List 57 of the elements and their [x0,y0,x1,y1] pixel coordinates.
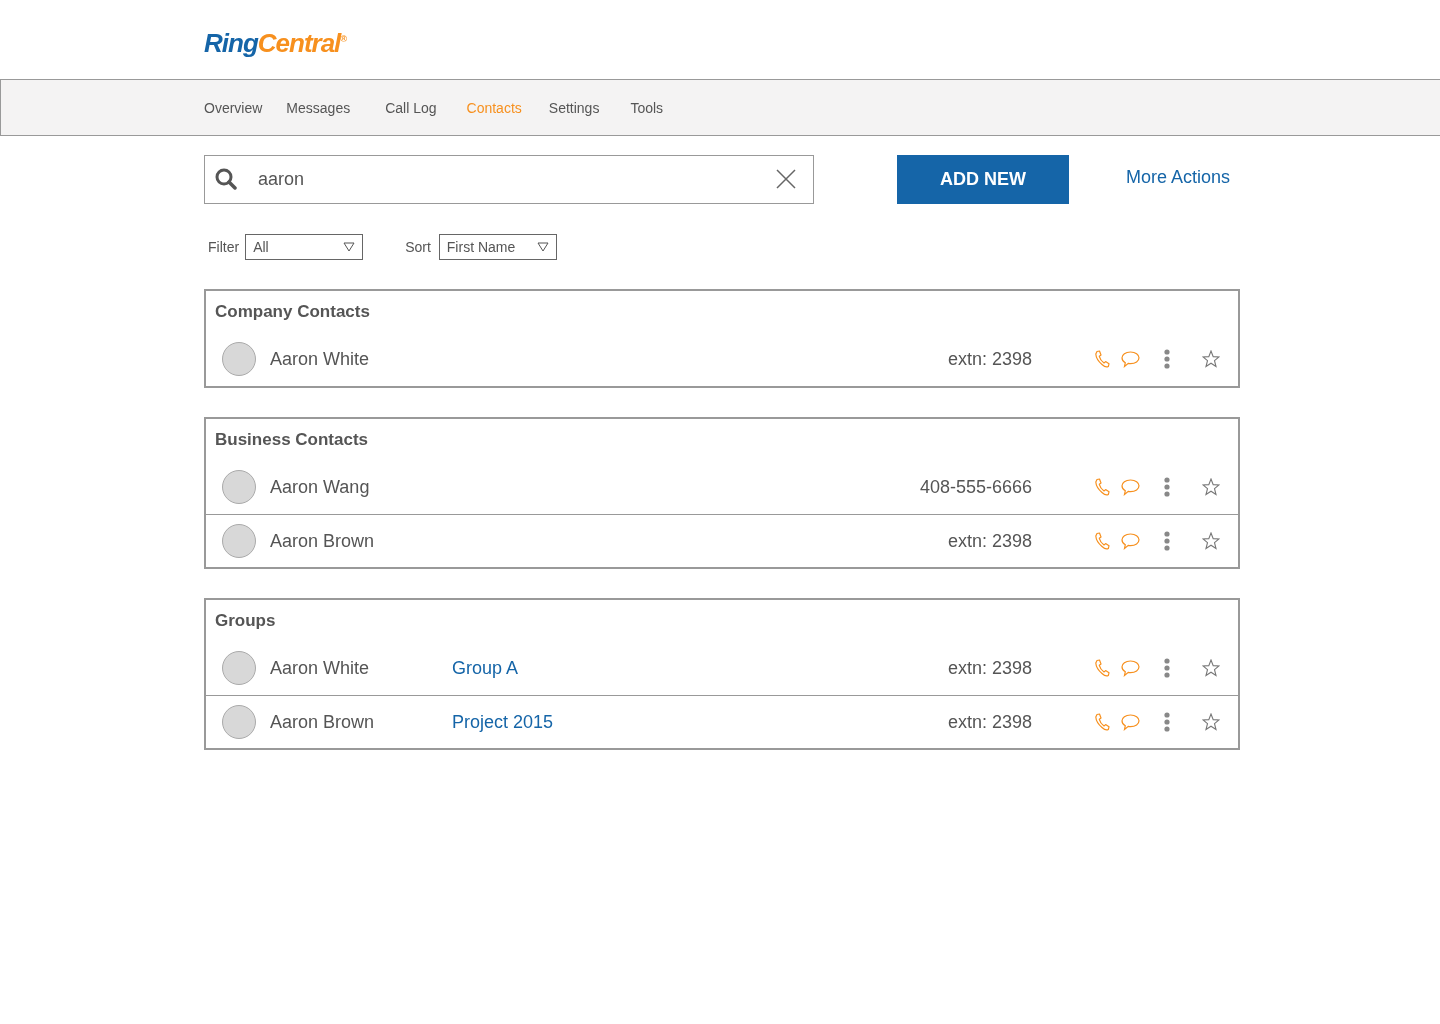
star-icon[interactable] [1202,350,1220,368]
search-icon [215,168,237,190]
more-options-icon[interactable] [1164,349,1170,369]
contact-name[interactable]: Aaron Brown [270,530,452,552]
chat-icon[interactable] [1121,713,1140,731]
contact-name[interactable]: Aaron Wang [270,476,452,498]
sort-label: Sort [405,239,431,255]
more-options-icon[interactable] [1164,531,1170,551]
avatar [222,651,256,685]
chat-icon[interactable] [1121,478,1140,496]
star-icon[interactable] [1202,713,1220,731]
filter-label: Filter [208,239,240,255]
section-title: Groups [214,610,277,632]
avatar [222,342,256,376]
contact-number: extn: 2398 [947,348,1032,370]
filter-dropdown[interactable]: All [245,234,364,260]
phone-icon[interactable] [1094,478,1110,496]
group-link[interactable]: Group A [452,657,519,679]
more-options-icon[interactable] [1164,477,1170,497]
contact-number: extn: 2398 [947,657,1032,679]
star-icon[interactable] [1202,478,1220,496]
chat-icon[interactable] [1121,350,1140,368]
star-icon[interactable] [1202,659,1220,677]
group-link[interactable]: Project 2015 [452,711,554,733]
avatar [222,524,256,558]
more-actions-link[interactable]: More Actions [1126,167,1231,188]
phone-icon[interactable] [1094,659,1110,677]
nav-tab[interactable]: Messages [286,99,351,116]
contact-number: extn: 2398 [947,711,1032,733]
phone-icon[interactable] [1094,532,1110,550]
contact-name[interactable]: Aaron White [270,657,452,679]
more-options-icon[interactable] [1164,712,1170,732]
contact-number: 408-555-6666 [919,476,1032,498]
nav-tab[interactable]: Call Log [385,99,437,116]
nav-tab[interactable]: Overview [204,99,263,116]
caret-icon [343,242,356,252]
nav-tab[interactable]: Settings [548,99,600,116]
star-icon[interactable] [1202,532,1220,550]
section-title: Business Contacts [214,429,370,451]
sort-dropdown[interactable]: First Name [438,234,557,260]
phone-icon[interactable] [1094,350,1110,368]
add-new-button[interactable]: ADD NEW [897,155,1069,204]
caret-icon [536,242,549,252]
logo: RingCentral$^{®}$ [204,28,346,59]
avatar [222,705,256,739]
chat-icon[interactable] [1121,659,1140,677]
nav-tab[interactable]: Tools [630,99,664,116]
search-field[interactable]: aaron [204,155,814,204]
phone-icon[interactable] [1094,713,1110,731]
section-title: Company Contacts [214,301,371,323]
contact-number: extn: 2398 [947,530,1032,552]
more-options-icon[interactable] [1164,658,1170,678]
chat-icon[interactable] [1121,532,1140,550]
close-icon[interactable] [776,169,796,189]
contact-name[interactable]: Aaron Brown [270,711,452,733]
avatar [222,470,256,504]
contact-name[interactable]: Aaron White [270,348,452,370]
